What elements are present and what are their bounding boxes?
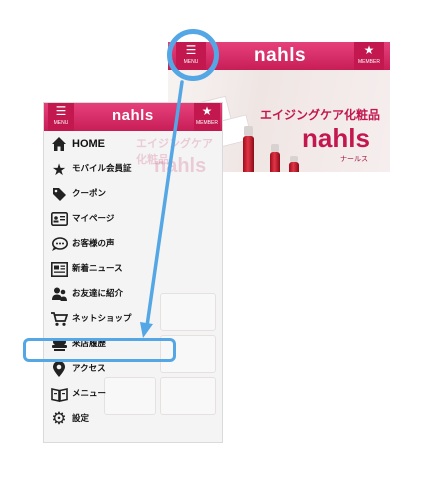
news-icon [50,260,68,278]
cart-icon [50,310,68,328]
menu-item-news[interactable]: 新着ニュース [44,256,222,282]
map-pin-icon [50,360,68,378]
menu-item-mypage[interactable]: マイページ [44,206,222,232]
menu-button-highlight-circle [167,29,219,81]
star-icon: ★ [363,43,375,57]
product-bottle [243,136,254,172]
menu-button[interactable]: ☰ MENU [48,103,74,131]
book-icon [50,385,68,403]
menu-item-refer-friend[interactable]: お友達に紹介 [44,281,222,307]
menu-item-label: メニュー [72,389,107,399]
menu-item-settings[interactable]: ⚙ 設定 [44,406,222,432]
menu-item-label: 設定 [72,414,90,424]
banner-brand: nahls [302,123,370,153]
visit-history-highlight-box [23,338,176,362]
product-bottle [270,152,280,172]
home-icon [50,135,68,153]
speech-bubble-icon [50,235,68,253]
menu-item-coupon[interactable]: クーポン [44,181,222,207]
member-caption: MEMBER [196,120,218,126]
friends-icon [50,285,68,303]
member-button[interactable]: ★ MEMBER [194,103,220,131]
star-icon: ★ [201,104,213,118]
menu-item-customer-voice[interactable]: お客様の声 [44,231,222,257]
menu-item-label: モバイル会員証 [72,164,132,174]
menu-item-home[interactable]: HOME [44,131,222,157]
bottle-cap [271,144,279,152]
member-button[interactable]: ★ MEMBER [354,42,384,70]
menu-item-label: HOME [72,138,105,150]
hamburger-icon: ☰ [55,104,67,118]
menu-item-label: お客様の声 [72,239,115,249]
gear-icon: ⚙ [51,409,67,429]
header-logo: nahls [112,107,154,124]
star-icon: ★ [51,159,67,179]
menu-item-net-shop[interactable]: ネットショップ [44,306,222,332]
banner-brand-kana: ナールス [340,155,368,163]
bottle-cap [244,126,253,136]
menu-item-label: マイページ [72,214,115,224]
menu-item-mobile-member-card[interactable]: ★ モバイル会員証 [44,156,222,182]
app-screenshot-menu-open: ☰ MENU nahls ★ MEMBER エイジングケア化粧品 nahls H… [43,102,223,443]
menu-item-label: ネットショップ [72,314,132,324]
menu-item-label: 新着ニュース [72,264,123,274]
menu-item-service-menu[interactable]: メニュー [44,381,222,407]
member-caption: MEMBER [358,59,380,65]
product-bottle [289,162,299,172]
header-logo: nahls [254,45,307,66]
app-header: ☰ MENU nahls ★ MEMBER [44,103,222,131]
banner-tagline: エイジングケア化粧品 [260,108,381,122]
id-card-icon [50,210,68,228]
menu-item-label: お友達に紹介 [72,289,124,299]
menu-caption: MENU [53,120,69,126]
tag-icon [50,185,68,203]
menu-item-label: クーポン [72,189,107,199]
